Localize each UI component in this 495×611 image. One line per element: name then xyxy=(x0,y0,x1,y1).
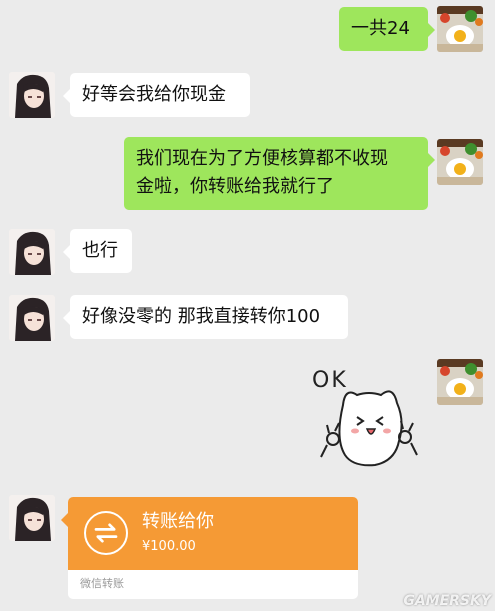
anime-girl-avatar-icon xyxy=(9,295,55,341)
message-bubble-outgoing[interactable]: 我们现在为了方便核算都不收现 金啦，你转账给我就行了 xyxy=(124,137,435,210)
message-text: 好等会我给你现金 xyxy=(82,84,226,105)
food-plate-avatar-icon xyxy=(437,6,483,52)
message-text-line: 金啦，你转账给我就行了 xyxy=(136,176,334,197)
watermark-logo: GAMERSKY xyxy=(403,593,491,609)
anime-girl-avatar-icon xyxy=(9,495,55,541)
message-bubble-incoming[interactable]: 也行 xyxy=(63,229,132,273)
transfer-title: 转账给你 xyxy=(142,511,214,532)
anime-girl-avatar-icon xyxy=(9,72,55,118)
self-avatar[interactable] xyxy=(437,6,483,52)
transfer-arrows-icon xyxy=(84,511,128,555)
transfer-footer-label: 微信转账 xyxy=(80,577,124,590)
message-bubble-incoming[interactable]: 好像没零的 那我直接转你100 xyxy=(63,295,348,339)
message-text-line: 我们现在为了方便核算都不收现 xyxy=(136,148,388,169)
message-text: 一共24 xyxy=(351,18,410,39)
transfer-card[interactable]: 转账给你 ¥100.00 微信转账 xyxy=(61,497,358,599)
message-text: 好像没零的 那我直接转你100 xyxy=(82,306,321,327)
contact-avatar[interactable] xyxy=(9,72,55,118)
anime-girl-avatar-icon xyxy=(9,229,55,275)
transfer-amount: ¥100.00 xyxy=(142,539,196,554)
message-bubble-incoming[interactable]: 好等会我给你现金 xyxy=(63,73,250,117)
message-bubble-outgoing[interactable]: 一共24 xyxy=(339,7,435,51)
food-plate-avatar-icon xyxy=(437,359,483,405)
contact-avatar[interactable] xyxy=(9,229,55,275)
message-text: 也行 xyxy=(82,240,118,261)
contact-avatar[interactable] xyxy=(9,295,55,341)
contact-avatar[interactable] xyxy=(9,495,55,541)
food-plate-avatar-icon xyxy=(437,139,483,185)
ok-cat-sticker-icon xyxy=(320,390,418,467)
transfer-card-header: 转账给你 ¥100.00 xyxy=(68,497,358,570)
self-avatar[interactable] xyxy=(437,359,483,405)
self-avatar[interactable] xyxy=(437,139,483,185)
